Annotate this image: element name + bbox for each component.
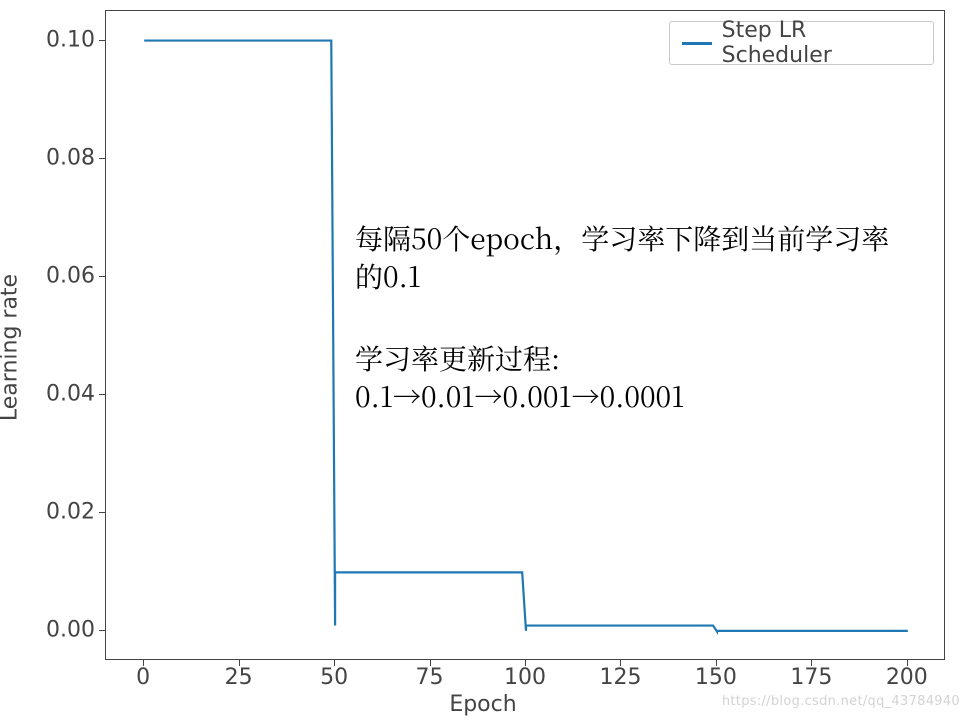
y-tick-mark — [99, 276, 105, 277]
y-tick-label: 0.04 — [0, 382, 95, 407]
x-tick-mark — [143, 660, 144, 666]
y-tick-label: 0.02 — [0, 500, 95, 525]
y-tick-mark — [99, 630, 105, 631]
y-tick-label: 0.10 — [0, 27, 95, 52]
x-tick-label: 50 — [304, 665, 364, 690]
y-tick-mark — [99, 394, 105, 395]
annotation-description: 每隔50个epoch，学习率下降到当前学习率的0.1 — [355, 220, 915, 296]
x-tick-mark — [239, 660, 240, 666]
y-tick-mark — [99, 158, 105, 159]
x-tick-label: 125 — [590, 665, 650, 690]
x-tick-label: 150 — [686, 665, 746, 690]
plot-svg — [106, 11, 946, 661]
plot-area: Step LR Scheduler — [105, 10, 945, 660]
watermark: https://blog.csdn.net/qq_43784940 — [722, 694, 960, 709]
x-tick-mark — [716, 660, 717, 666]
x-tick-mark — [620, 660, 621, 666]
legend: Step LR Scheduler — [669, 21, 934, 65]
x-tick-label: 200 — [877, 665, 937, 690]
y-tick-mark — [99, 40, 105, 41]
legend-entry: Step LR Scheduler — [722, 18, 921, 68]
annotation-update-process: 学习率更新过程: 0.1→0.01→0.001→0.0001 — [355, 340, 915, 416]
x-tick-mark — [334, 660, 335, 666]
x-tick-mark — [811, 660, 812, 666]
x-tick-mark — [525, 660, 526, 666]
x-tick-mark — [907, 660, 908, 666]
y-tick-label: 0.08 — [0, 145, 95, 170]
x-tick-label: 75 — [400, 665, 460, 690]
series-line — [144, 41, 908, 632]
x-tick-mark — [430, 660, 431, 666]
x-tick-label: 100 — [495, 665, 555, 690]
x-tick-label: 25 — [209, 665, 269, 690]
y-tick-mark — [99, 512, 105, 513]
legend-line-icon — [682, 42, 712, 45]
annotation-update-values: 0.1→0.01→0.001→0.0001 — [355, 376, 684, 416]
y-tick-label: 0.06 — [0, 263, 95, 288]
x-tick-label: 175 — [781, 665, 841, 690]
y-tick-label: 0.00 — [0, 618, 95, 643]
x-tick-label: 0 — [113, 665, 173, 690]
chart-container: Learning rate Epoch Step LR Scheduler 每隔… — [0, 0, 966, 721]
x-axis-label: Epoch — [449, 692, 516, 717]
annotation-update-title: 学习率更新过程: — [355, 338, 560, 378]
